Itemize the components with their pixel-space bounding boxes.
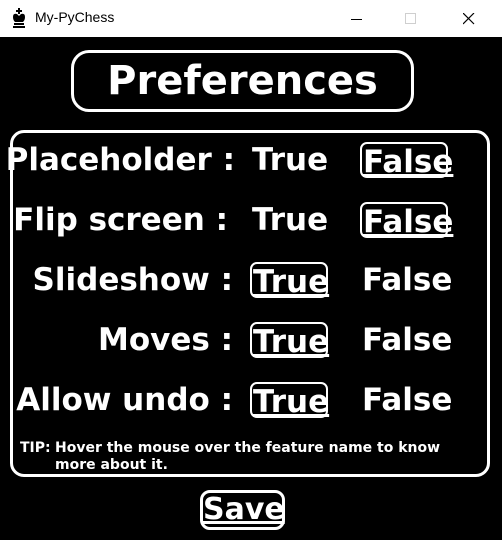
window-title: My-PyChess bbox=[35, 9, 115, 25]
flip-screen-true-option[interactable]: True bbox=[250, 202, 328, 238]
save-button[interactable]: Save bbox=[200, 490, 285, 530]
preferences-screen: Preferences Placeholder : True False Fli… bbox=[0, 38, 502, 540]
placeholder-false-option[interactable]: False bbox=[360, 142, 453, 180]
pref-row-flip-screen: Flip screen : True False bbox=[0, 200, 502, 240]
allow-undo-true-option[interactable]: True bbox=[250, 382, 329, 420]
slideshow-true-option[interactable]: True bbox=[250, 262, 329, 300]
pref-label-moves[interactable]: Moves : bbox=[98, 320, 233, 360]
chess-king-icon bbox=[9, 8, 29, 28]
moves-true-option[interactable]: True bbox=[250, 322, 329, 360]
tip-prefix: TIP: bbox=[20, 440, 51, 456]
page-title: Preferences bbox=[107, 58, 378, 104]
pref-row-allow-undo: Allow undo : True False bbox=[0, 380, 502, 420]
pref-label-flip-screen[interactable]: Flip screen : bbox=[13, 200, 228, 240]
preferences-panel bbox=[10, 130, 490, 477]
maximize-button[interactable] bbox=[388, 0, 434, 37]
placeholder-true-option[interactable]: True bbox=[250, 142, 328, 178]
close-button[interactable] bbox=[446, 0, 492, 37]
pref-row-moves: Moves : True False bbox=[0, 320, 502, 360]
window-titlebar[interactable]: My-PyChess bbox=[0, 0, 502, 37]
tip-message: Hover the mouse over the feature name to… bbox=[55, 440, 441, 473]
pref-row-placeholder: Placeholder : True False bbox=[0, 140, 502, 180]
minimize-button[interactable] bbox=[334, 0, 380, 37]
allow-undo-false-option[interactable]: False bbox=[360, 382, 452, 418]
pref-label-slideshow[interactable]: Slideshow : bbox=[33, 260, 233, 300]
flip-screen-false-option[interactable]: False bbox=[360, 202, 453, 240]
pref-label-placeholder[interactable]: Placeholder : bbox=[6, 140, 235, 180]
pref-row-slideshow: Slideshow : True False bbox=[0, 260, 502, 300]
moves-false-option[interactable]: False bbox=[360, 322, 452, 358]
slideshow-false-option[interactable]: False bbox=[360, 262, 452, 298]
pref-label-allow-undo[interactable]: Allow undo : bbox=[16, 380, 233, 420]
